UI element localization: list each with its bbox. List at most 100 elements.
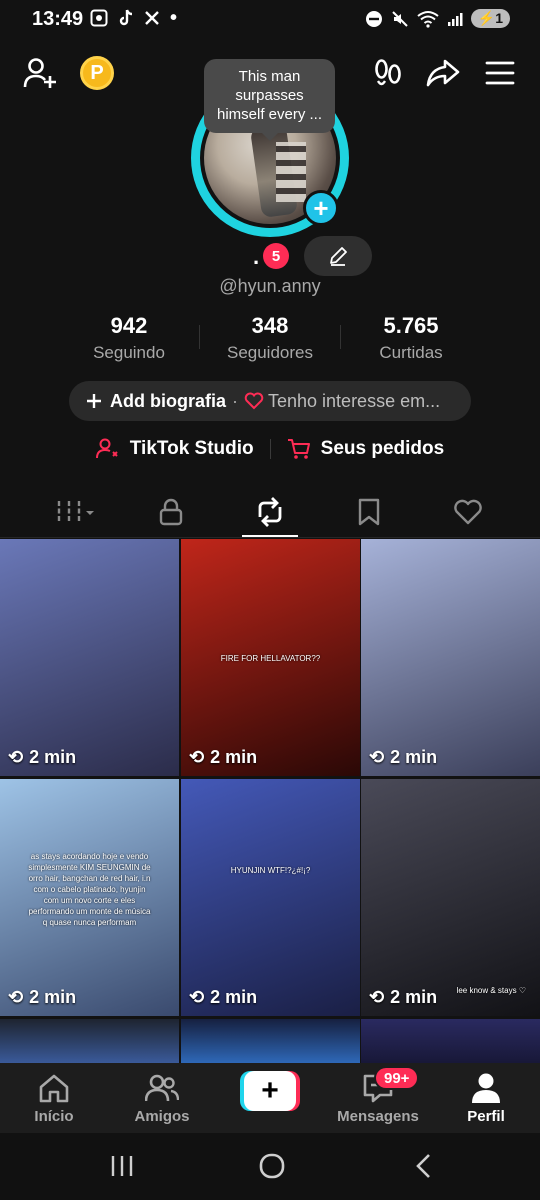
x-icon <box>145 11 159 25</box>
plus-icon: + <box>261 1074 279 1107</box>
do-not-disturb-icon <box>365 10 382 27</box>
stat-value: 5.765 <box>383 313 439 338</box>
add-friend-button[interactable] <box>22 55 58 91</box>
grid-icon <box>57 501 94 523</box>
video-duration: 2 min <box>29 987 77 1007</box>
nav-home[interactable]: Início <box>0 1063 108 1133</box>
heart-icon <box>454 499 482 525</box>
stat-likes[interactable]: 5.765 Curtidas <box>341 313 481 363</box>
username: @hyun.anny <box>219 276 321 296</box>
creator-links: TikTok Studio Seus pedidos <box>0 438 540 460</box>
recent-apps-icon <box>111 1156 133 1176</box>
signal-icon <box>447 12 463 26</box>
stat-following[interactable]: 942 Seguindo <box>59 313 199 363</box>
footprints-icon <box>375 59 401 86</box>
share-icon <box>426 59 460 87</box>
bookmark-icon <box>358 498 380 526</box>
back-icon <box>416 1154 430 1178</box>
display-name: . <box>253 244 260 269</box>
name-badge: 5 <box>263 243 289 269</box>
repost-icon: ⟲ <box>8 987 24 1007</box>
video-duration: 2 min <box>390 747 438 767</box>
system-navigation-bar <box>0 1133 540 1200</box>
screenshot-icon <box>90 9 108 27</box>
edit-profile-button[interactable] <box>304 236 372 276</box>
tab-reposts[interactable] <box>240 488 300 536</box>
video-thumbnail[interactable]: ⟲ 2 min <box>0 539 179 776</box>
repost-icon: ⟲ <box>369 747 385 767</box>
status-notification-icons: • <box>90 8 177 28</box>
lock-icon <box>159 498 183 526</box>
video-thumbnail[interactable]: as stays acordando hoje e vendo simplesm… <box>0 779 179 1016</box>
divider <box>269 439 271 459</box>
nav-label: Início <box>34 1108 74 1125</box>
wifi-icon <box>417 10 439 28</box>
orders-link[interactable]: Seus pedidos <box>321 438 445 460</box>
home-system-button[interactable] <box>252 1151 292 1181</box>
stat-value: 942 <box>110 313 148 338</box>
divider <box>0 537 540 538</box>
create-button[interactable]: + <box>240 1071 300 1111</box>
tab-videos[interactable] <box>46 488 106 536</box>
interests-button[interactable]: Tenho interesse em... <box>268 391 440 412</box>
tab-liked[interactable] <box>438 488 498 536</box>
coin-icon: P <box>90 61 104 84</box>
share-profile-button[interactable] <box>425 55 461 91</box>
video-thumbnail[interactable]: ⟲ 2 min <box>361 539 540 776</box>
video-meta: ⟲ 2 min <box>189 747 257 768</box>
video-thumbnail[interactable]: HYUNJIN WTF!?¿#!¡? ⟲ 2 min <box>181 779 360 1016</box>
profile-icon <box>468 1071 504 1105</box>
battery-level: 1 <box>495 10 503 26</box>
stat-followers[interactable]: 348 Seguidores <box>200 313 340 363</box>
bio-bar[interactable]: Add biografia · Tenho interesse em... <box>69 381 471 421</box>
repost-icon: ⟲ <box>369 987 385 1007</box>
tiktok-studio-link[interactable]: TikTok Studio <box>130 438 254 460</box>
friends-icon <box>144 1071 180 1105</box>
nav-label: Mensagens <box>337 1108 419 1125</box>
coin-button[interactable]: P <box>80 56 114 90</box>
status-system-icons: ⚡1 <box>365 9 510 28</box>
nav-label: Amigos <box>134 1108 190 1125</box>
tiktok-icon <box>119 9 133 26</box>
heart-icon <box>244 392 264 410</box>
repost-icon: ⟲ <box>189 747 205 767</box>
tab-private[interactable] <box>141 488 201 536</box>
menu-button[interactable] <box>482 55 518 91</box>
nav-profile[interactable]: Perfil <box>432 1063 540 1133</box>
nav-label: Perfil <box>467 1108 505 1125</box>
video-meta: ⟲ 2 min <box>189 987 257 1008</box>
stat-label: Seguidores <box>226 343 313 362</box>
note-bubble[interactable]: This man surpasses himself every ... <box>204 59 335 141</box>
add-bio-button[interactable]: Add biografia <box>110 391 226 412</box>
stat-value: 348 <box>251 313 289 338</box>
video-duration: 2 min <box>29 747 77 767</box>
video-meta: ⟲ 2 min <box>369 987 437 1008</box>
video-overlay-text: as stays acordando hoje e vendo simplesm… <box>28 852 151 927</box>
repost-icon: ⟲ <box>8 747 24 767</box>
stat-label: Seguindo <box>93 343 165 362</box>
nav-friends[interactable]: Amigos <box>108 1063 216 1133</box>
studio-person-icon <box>95 438 118 459</box>
video-thumbnail[interactable] <box>0 1019 179 1063</box>
video-thumbnail[interactable]: FIRE FOR HELLAVATOR?? ⟲ 2 min <box>181 539 360 776</box>
menu-icon <box>485 61 515 85</box>
profile-views-button[interactable] <box>370 55 406 91</box>
plus-icon <box>87 394 101 408</box>
video-thumbnail[interactable]: lee know & stays ♡ ⟲ 2 min <box>361 779 540 1016</box>
back-button[interactable] <box>404 1151 444 1181</box>
video-overlay-text: FIRE FOR HELLAVATOR?? <box>220 654 321 663</box>
video-duration: 2 min <box>210 747 258 767</box>
add-story-button[interactable]: + <box>303 190 339 226</box>
video-thumbnail[interactable] <box>181 1019 360 1063</box>
recent-apps-button[interactable] <box>102 1151 142 1181</box>
mute-icon <box>392 10 408 27</box>
plus-icon: + <box>313 193 329 223</box>
status-time: 13:49 <box>32 8 84 30</box>
stat-label: Curtidas <box>379 343 443 362</box>
bio-separator: · <box>232 390 238 411</box>
video-thumbnail[interactable] <box>361 1019 540 1063</box>
tab-saved[interactable] <box>339 488 399 536</box>
home-icon <box>36 1071 72 1105</box>
home-circle-icon <box>259 1153 285 1179</box>
messages-badge: 99+ <box>374 1066 420 1090</box>
